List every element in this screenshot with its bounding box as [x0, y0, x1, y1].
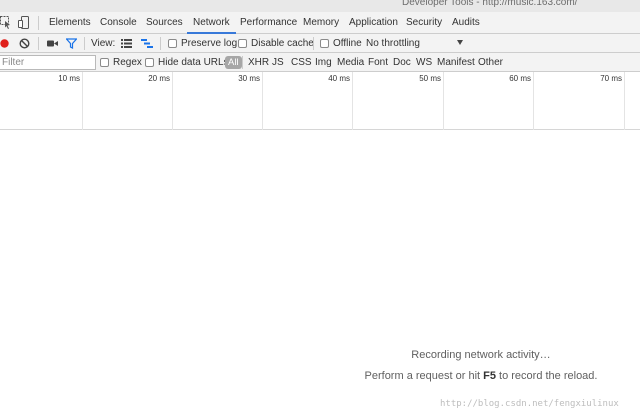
view-label: View:	[91, 38, 116, 49]
type-filter-manifest[interactable]: Manifest	[437, 53, 475, 72]
type-filter-doc[interactable]: Doc	[393, 53, 411, 72]
type-filter-ws[interactable]: WS	[416, 53, 432, 72]
reload-hint-text: Perform a request or hit F5 to record th…	[0, 370, 640, 382]
timeline-tick-label: 20 ms	[148, 74, 170, 83]
timeline-tick-label: 30 ms	[238, 74, 260, 83]
type-filter-css[interactable]: CSS	[291, 53, 312, 72]
tab-sources[interactable]: Sources	[146, 12, 183, 34]
reload-hint-suffix: to record the reload.	[495, 370, 598, 382]
offline-checkbox[interactable]	[320, 39, 329, 48]
timeline-overview[interactable]: 10 ms 20 ms 30 ms 40 ms 50 ms 60 ms 70 m…	[0, 72, 640, 130]
network-toolbar: View: Preserve log Disable cache Offline…	[0, 34, 640, 53]
reload-hint-prefix: Perform a request or hit	[364, 370, 484, 382]
tab-elements[interactable]: Elements	[49, 12, 91, 34]
preserve-log-checkbox[interactable]	[168, 39, 177, 48]
regex-checkbox[interactable]	[100, 58, 109, 67]
type-filter-js[interactable]: JS	[272, 53, 284, 72]
hide-data-urls-label[interactable]: Hide data URLs	[158, 53, 229, 72]
waterfall-overview-icon[interactable]	[141, 39, 153, 51]
disable-cache-checkbox[interactable]	[238, 39, 247, 48]
offline-label[interactable]: Offline	[333, 34, 362, 53]
timeline-gridline	[624, 72, 625, 130]
disable-cache-label[interactable]: Disable cache	[251, 34, 314, 53]
tab-application[interactable]: Application	[349, 12, 398, 34]
type-filter-all[interactable]: All	[225, 56, 242, 69]
blog-watermark: http://blog.csdn.net/fengxiulinux	[440, 399, 619, 409]
devtools-tab-bar: Elements Console Sources Network Perform…	[0, 12, 640, 34]
timeline-gridline	[443, 72, 444, 130]
type-filter-xhr[interactable]: XHR	[248, 53, 269, 72]
hide-data-urls-checkbox[interactable]	[145, 58, 154, 67]
timeline-tick-label: 60 ms	[509, 74, 531, 83]
toolbar-divider	[313, 37, 314, 50]
type-filter-media[interactable]: Media	[337, 53, 364, 72]
regex-label[interactable]: Regex	[113, 53, 142, 72]
timeline-gridline	[172, 72, 173, 130]
tab-memory[interactable]: Memory	[303, 12, 339, 34]
timeline-gridline	[533, 72, 534, 130]
recording-status-text: Recording network activity…	[411, 349, 551, 361]
type-filter-img[interactable]: Img	[315, 53, 332, 72]
tab-audits[interactable]: Audits	[452, 12, 480, 34]
toolbar-divider	[38, 37, 39, 50]
filter-divider	[242, 56, 243, 69]
type-filter-other[interactable]: Other	[478, 53, 503, 72]
timeline-gridline	[262, 72, 263, 130]
screenshot-camera-icon[interactable]	[47, 39, 58, 51]
tab-bar-divider	[38, 16, 39, 30]
clear-icon[interactable]	[19, 38, 30, 52]
window-titlebar: Developer Tools - http://music.163.com/	[0, 0, 640, 12]
filter-bar: Regex Hide data URLs All XHR JS CSS Img …	[0, 53, 640, 72]
large-rows-icon[interactable]	[121, 39, 132, 51]
preserve-log-label[interactable]: Preserve log	[181, 34, 237, 53]
timeline-tick-label: 70 ms	[600, 74, 622, 83]
timeline-gridline	[82, 72, 83, 130]
toolbar-divider	[160, 37, 161, 50]
timeline-tick-label: 50 ms	[419, 74, 441, 83]
reload-hint-key: F5	[483, 370, 496, 382]
tab-network[interactable]: Network	[187, 12, 236, 34]
filter-input[interactable]	[0, 55, 96, 70]
filter-icon[interactable]	[65, 38, 78, 52]
timeline-tick-label: 40 ms	[328, 74, 350, 83]
record-icon[interactable]	[0, 39, 9, 51]
tab-security[interactable]: Security	[406, 12, 442, 34]
timeline-tick-label: 10 ms	[58, 74, 80, 83]
throttling-select[interactable]: No throttling	[366, 34, 420, 53]
window-title: Developer Tools - http://music.163.com/	[402, 0, 578, 8]
tab-performance[interactable]: Performance	[240, 12, 297, 34]
device-toolbar-icon[interactable]	[18, 16, 30, 32]
toolbar-divider	[84, 37, 85, 50]
tab-console[interactable]: Console	[100, 12, 137, 34]
timeline-gridline	[352, 72, 353, 130]
chevron-down-icon[interactable]	[457, 40, 463, 45]
inspect-element-icon[interactable]	[0, 16, 11, 32]
type-filter-font[interactable]: Font	[368, 53, 388, 72]
